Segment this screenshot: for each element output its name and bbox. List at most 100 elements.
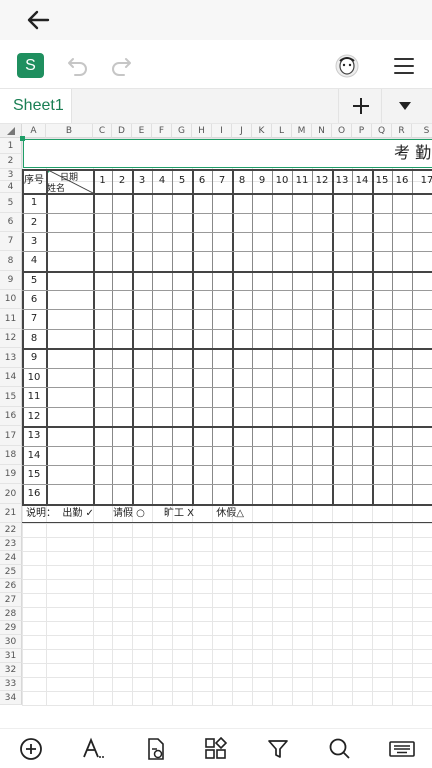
day-header: 16 [395, 175, 409, 186]
row-header[interactable]: 30 [0, 635, 22, 649]
cell-format-icon[interactable] [144, 737, 168, 761]
day-header: 12 [315, 175, 329, 186]
column-header[interactable]: N [312, 124, 332, 138]
seq-cell[interactable]: 4 [22, 251, 46, 271]
text-format-icon[interactable] [81, 737, 105, 761]
row-header[interactable]: 16 [0, 407, 22, 426]
row-header[interactable]: 33 [0, 677, 22, 691]
row-header[interactable]: 8 [0, 251, 22, 271]
column-header[interactable]: F [152, 124, 172, 138]
row-header[interactable]: 3 [0, 169, 22, 181]
grid-line [22, 537, 432, 538]
column-header[interactable]: A [22, 124, 46, 138]
row-header[interactable]: 28 [0, 607, 22, 621]
column-header[interactable]: S [412, 124, 432, 138]
back-arrow-icon[interactable] [24, 6, 52, 34]
row-header[interactable]: 19 [0, 465, 22, 484]
menu-icon[interactable] [393, 56, 415, 76]
row-header[interactable]: 5 [0, 193, 22, 213]
select-all-corner[interactable] [0, 124, 22, 138]
row-header[interactable]: 17 [0, 426, 22, 446]
row-header[interactable]: 24 [0, 551, 22, 565]
selection-handle[interactable] [20, 136, 25, 141]
row-header[interactable]: 26 [0, 579, 22, 593]
row-header[interactable]: 1 [0, 138, 22, 154]
row-header[interactable]: 20 [0, 484, 22, 504]
row-header[interactable]: 15 [0, 387, 22, 407]
seq-cell[interactable]: 15 [22, 465, 46, 484]
row-header[interactable]: 23 [0, 537, 22, 551]
plus-circle-icon[interactable] [19, 737, 43, 761]
search-icon[interactable] [328, 737, 352, 761]
column-header[interactable]: D [112, 124, 132, 138]
row-header[interactable]: 32 [0, 663, 22, 677]
table-border [392, 169, 393, 504]
column-header[interactable]: I [212, 124, 232, 138]
row-header[interactable]: 10 [0, 290, 22, 309]
column-header[interactable]: G [172, 124, 192, 138]
row-header[interactable]: 27 [0, 593, 22, 607]
seq-cell[interactable]: 7 [22, 309, 46, 329]
seq-cell[interactable]: 1 [22, 193, 46, 213]
row-header[interactable]: 7 [0, 232, 22, 251]
avatar-icon[interactable] [333, 53, 361, 79]
row-header[interactable]: 21 [0, 504, 22, 523]
seq-cell[interactable]: 2 [22, 213, 46, 232]
table-border [232, 169, 234, 504]
row-header[interactable]: 31 [0, 649, 22, 663]
row-header[interactable]: 29 [0, 621, 22, 635]
add-sheet-button[interactable] [338, 89, 382, 123]
sheet-menu-button[interactable] [383, 89, 432, 123]
column-header[interactable]: M [292, 124, 312, 138]
apps-icon[interactable] [204, 737, 228, 761]
grid-line [22, 663, 432, 664]
row-header[interactable]: 12 [0, 329, 22, 348]
row-header[interactable]: 25 [0, 565, 22, 579]
row-header[interactable]: 18 [0, 446, 22, 465]
column-header[interactable]: O [332, 124, 352, 138]
filter-icon[interactable] [266, 737, 290, 761]
undo-icon[interactable] [66, 55, 90, 77]
table-border [22, 232, 432, 233]
grid-line [22, 621, 432, 622]
column-header[interactable]: K [252, 124, 272, 138]
seq-cell[interactable]: 6 [22, 290, 46, 309]
row-header[interactable]: 34 [0, 691, 22, 705]
row-header[interactable]: 4 [0, 181, 22, 193]
spreadsheet-grid[interactable]: A B C D E F G H I J K L M N O P Q R S 1 2 3 4 5 6 7 8 9 10 11 12 13 14 15… [0, 124, 432, 734]
table-border [22, 329, 432, 330]
column-header[interactable]: R [392, 124, 412, 138]
seq-cell[interactable]: 13 [22, 426, 46, 446]
seq-cell[interactable]: 11 [22, 387, 46, 407]
seq-cell[interactable]: 10 [22, 368, 46, 387]
column-header[interactable]: Q [372, 124, 392, 138]
seq-cell[interactable]: 8 [22, 329, 46, 348]
column-header[interactable]: P [352, 124, 372, 138]
grid-line [22, 677, 432, 678]
column-header[interactable]: L [272, 124, 292, 138]
tab-sheet1[interactable]: Sheet1 [0, 89, 72, 123]
row-header[interactable]: 22 [0, 523, 22, 537]
seq-cell[interactable]: 12 [22, 407, 46, 426]
table-border [22, 193, 432, 195]
seq-cell[interactable]: 14 [22, 446, 46, 465]
column-header[interactable]: E [132, 124, 152, 138]
title-cell[interactable]: 考 勤 [23, 139, 432, 168]
seq-cell[interactable]: 16 [22, 484, 46, 504]
column-header[interactable]: J [232, 124, 252, 138]
seq-cell[interactable]: 9 [22, 348, 46, 368]
row-header[interactable]: 6 [0, 213, 22, 232]
row-header[interactable]: 9 [0, 271, 22, 290]
redo-icon[interactable] [109, 55, 133, 77]
column-header[interactable]: H [192, 124, 212, 138]
table-border [22, 271, 432, 273]
row-header[interactable]: 11 [0, 309, 22, 329]
row-header[interactable]: 2 [0, 154, 22, 169]
seq-cell[interactable]: 5 [22, 271, 46, 290]
column-header[interactable]: B [46, 124, 93, 138]
seq-cell[interactable]: 3 [22, 232, 46, 251]
keyboard-icon[interactable] [389, 737, 415, 761]
row-header[interactable]: 14 [0, 368, 22, 387]
column-header[interactable]: C [93, 124, 112, 138]
row-header[interactable]: 13 [0, 348, 22, 368]
